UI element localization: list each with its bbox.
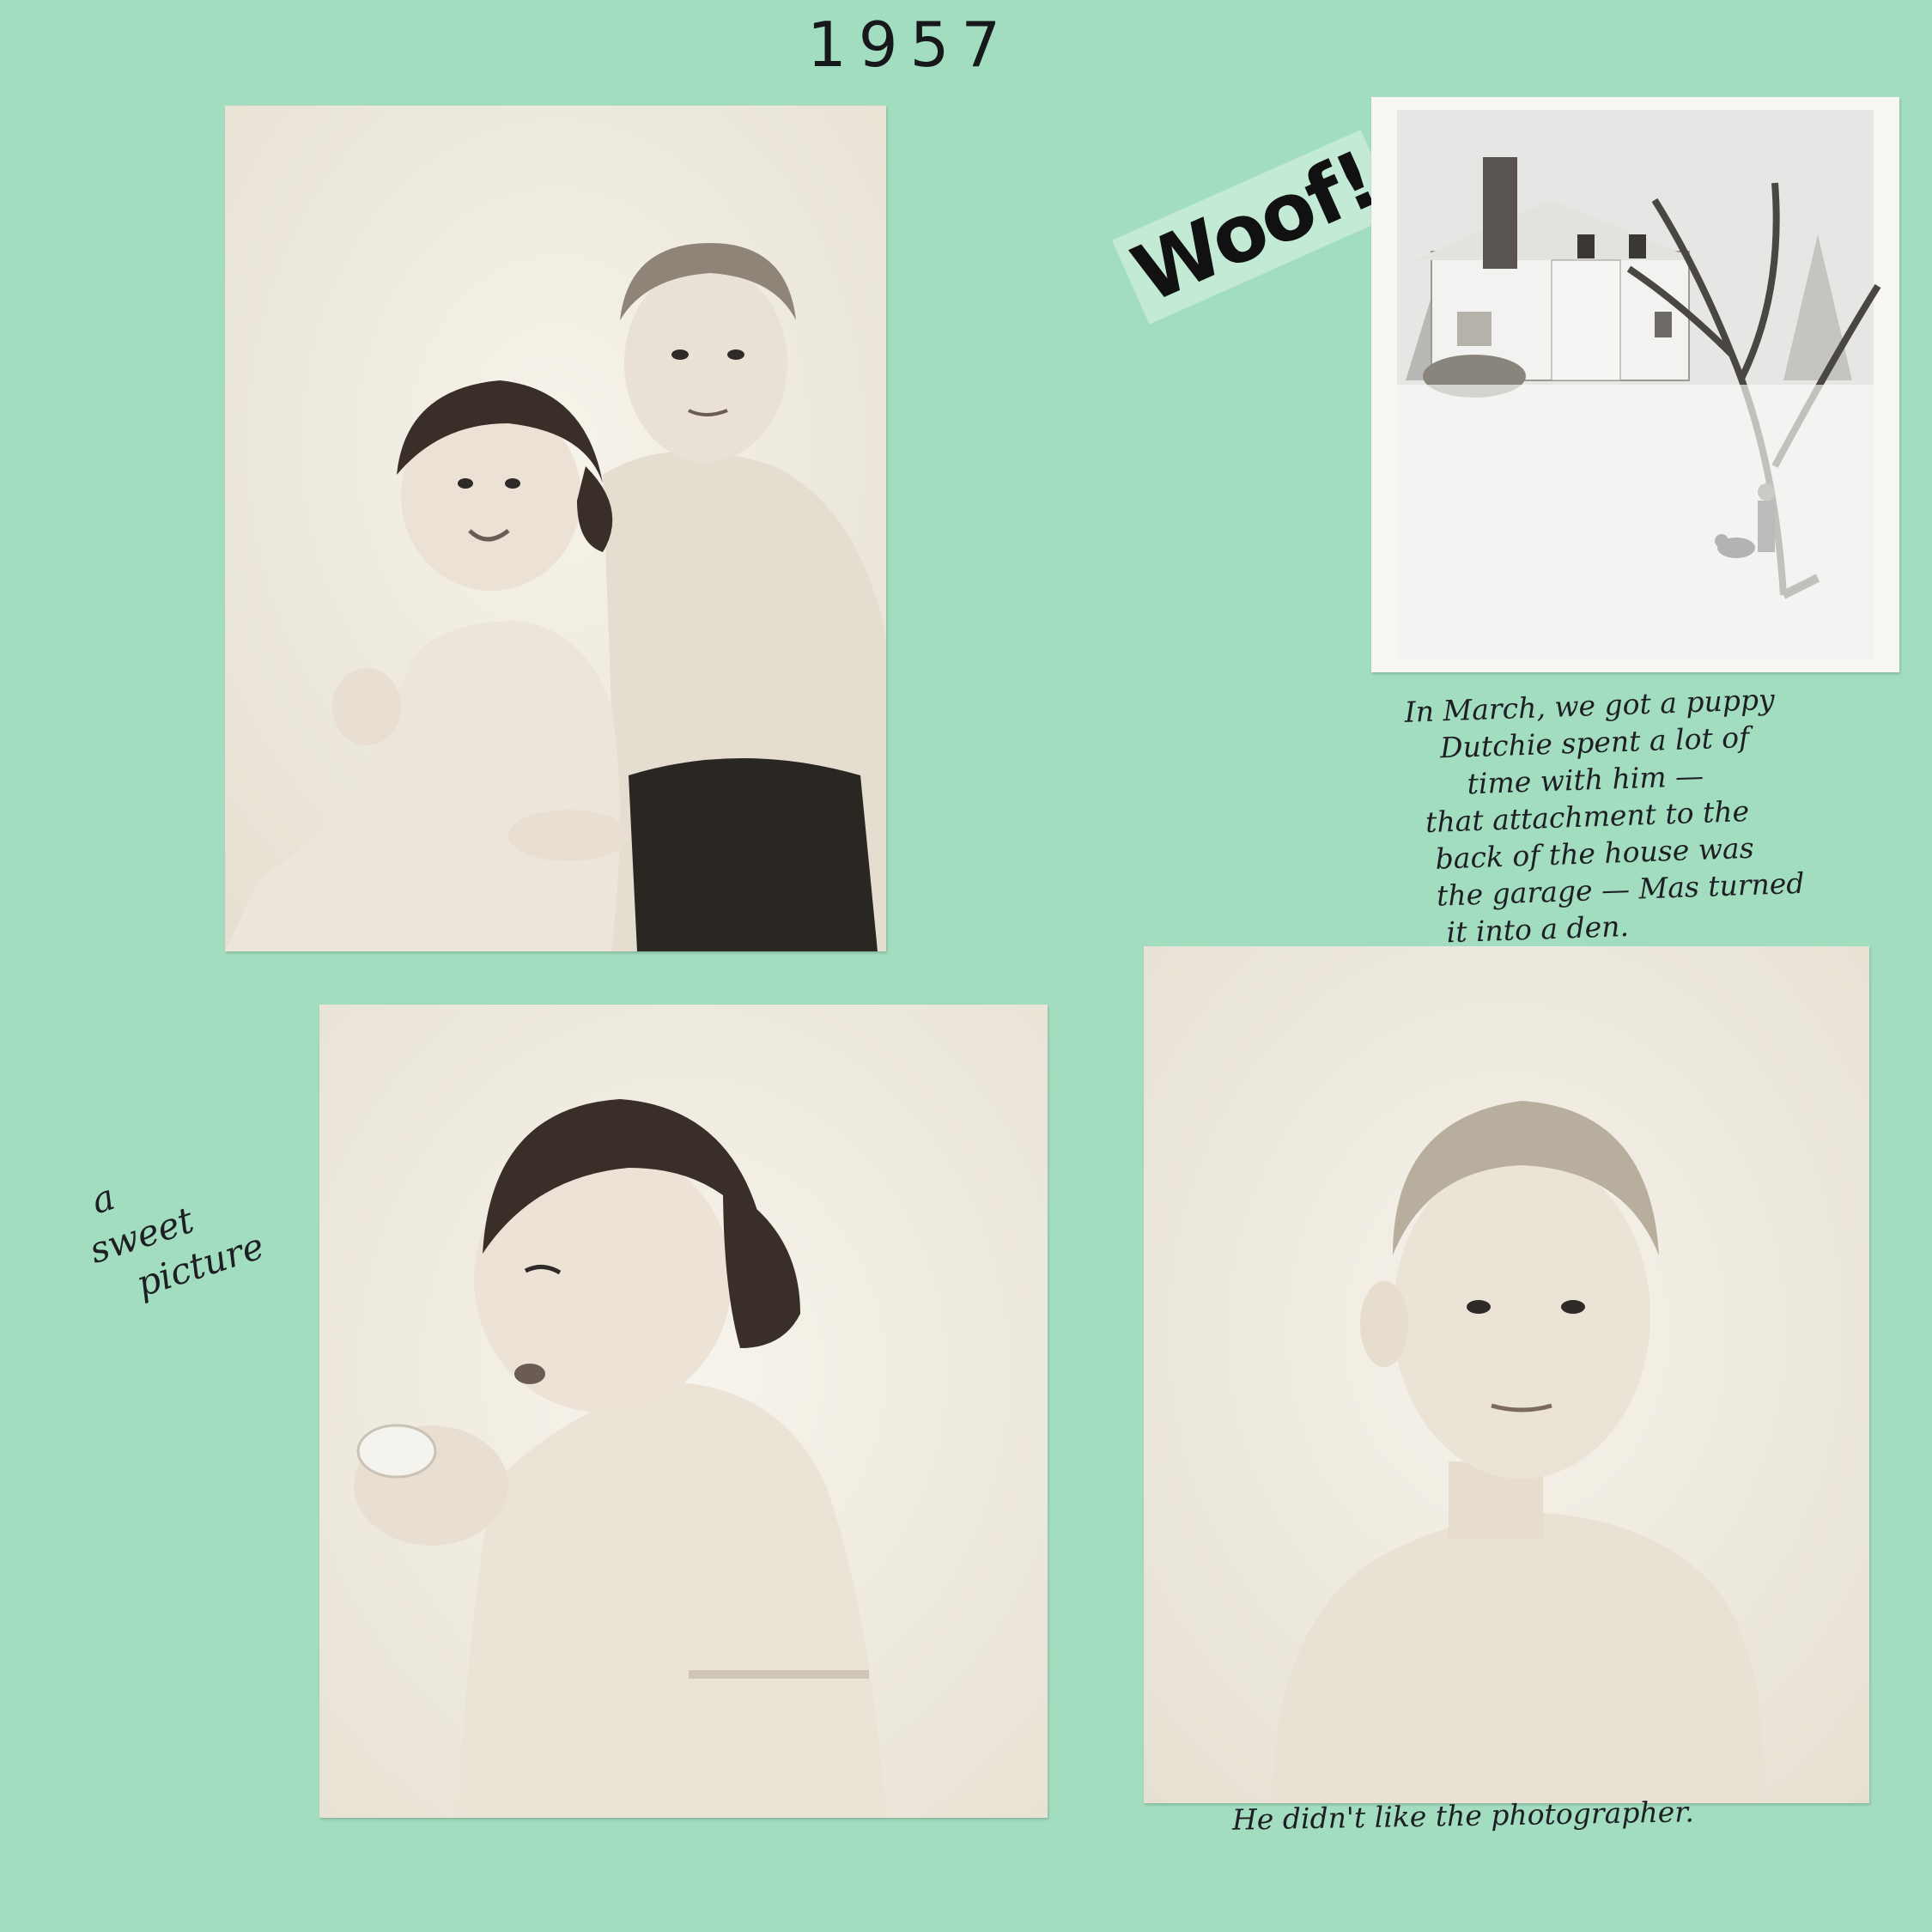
photo-siblings [225,106,886,951]
scrapbook-page: 1957 Woof! In March, we got a puppy Dutc… [0,0,1932,1932]
photo-girl [319,1005,1048,1818]
year-heading: 1957 [807,9,1013,81]
photo-snow-house [1371,97,1899,672]
caption-sweet: a sweet picture [70,1122,308,1318]
photo-boy [1144,946,1869,1803]
caption-march: In March, we got a puppy Dutchie spent a… [1404,677,1893,951]
caption-photographer: He didn't like the photographer. [1231,1795,1695,1837]
woof-sticker: Woof! [1112,130,1398,325]
